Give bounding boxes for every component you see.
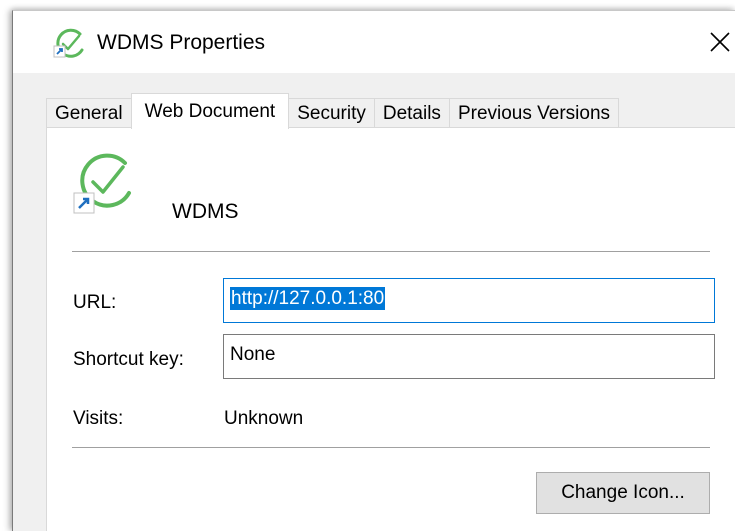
web-document-panel: WDMS URL: http://127.0.0.1:80 Shortcut k… (46, 127, 735, 531)
tab-web-document[interactable]: Web Document (130, 93, 290, 129)
title-bar[interactable]: WDMS Properties (13, 11, 735, 73)
divider-top (72, 251, 710, 252)
visits-value: Unknown (224, 408, 304, 429)
window-title: WDMS Properties (97, 31, 266, 54)
visits-label: Visits: (73, 408, 124, 429)
check-circle-icon (53, 28, 87, 58)
url-label: URL: (73, 292, 117, 313)
check-circle-icon (73, 149, 137, 215)
shortcut-key-input[interactable]: None (223, 334, 715, 379)
url-input[interactable]: http://127.0.0.1:80 (223, 278, 715, 323)
tab-previous-versions[interactable]: Previous Versions (448, 98, 620, 128)
change-icon-button[interactable]: Change Icon... (536, 472, 710, 514)
divider-bottom (72, 447, 710, 448)
shortcut-key-value: None (230, 344, 276, 365)
shortcut-arrow-icon (73, 192, 95, 214)
tab-strip: General Web Document Security Details Pr… (46, 93, 620, 129)
close-icon (710, 32, 730, 52)
url-value: http://127.0.0.1:80 (230, 287, 386, 310)
dialog-body: General Web Document Security Details Pr… (13, 73, 735, 531)
shortcut-name: WDMS (172, 200, 239, 223)
tab-security[interactable]: Security (288, 98, 375, 128)
tab-details[interactable]: Details (373, 98, 450, 128)
tab-general[interactable]: General (46, 98, 132, 128)
properties-window: WDMS Properties General Web Document Sec… (12, 10, 735, 531)
close-button[interactable] (705, 25, 735, 59)
shortcut-key-label: Shortcut key: (73, 349, 184, 370)
